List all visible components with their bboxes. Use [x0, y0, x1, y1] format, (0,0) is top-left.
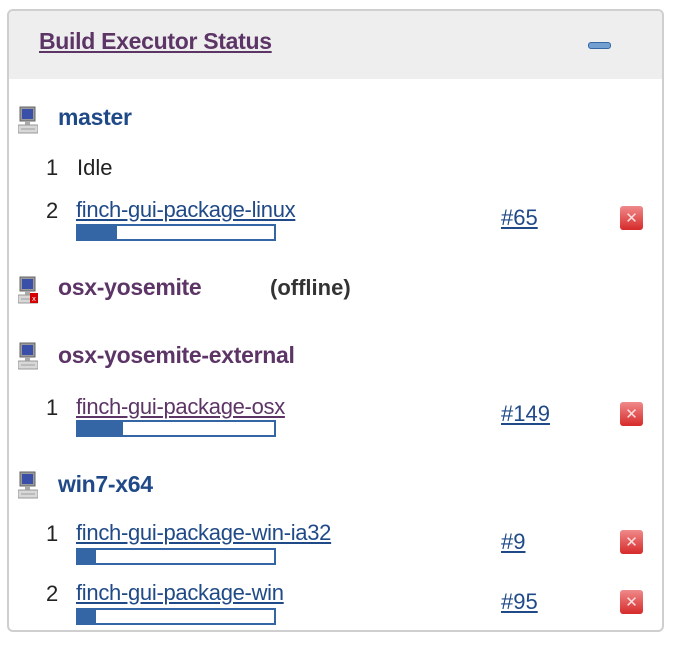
svg-text:x: x [32, 295, 36, 303]
progress-bar[interactable] [76, 548, 276, 565]
computer-icon [18, 342, 38, 370]
progress-bar[interactable] [76, 224, 276, 241]
computer-icon [18, 106, 38, 134]
node-link-osx-yosemite-external[interactable]: osx-yosemite-external [58, 344, 295, 367]
node-link-win7-x64[interactable]: win7-x64 [58, 473, 153, 496]
progress-fill [78, 226, 118, 239]
executor-idle-status: Idle [77, 155, 113, 180]
node-link-osx-yosemite[interactable]: osx-yosemite [58, 276, 202, 299]
build-number-link[interactable]: #149 [501, 403, 550, 425]
computer-icon [18, 471, 38, 499]
executor-number: 2 [46, 581, 59, 606]
progress-fill [78, 422, 124, 435]
build-number-link[interactable]: #65 [501, 207, 538, 229]
node-link-master[interactable]: master [58, 106, 132, 129]
build-number-link[interactable]: #9 [501, 531, 525, 553]
job-link[interactable]: finch-gui-package-linux [76, 199, 296, 221]
panel-header: Build Executor Status [9, 11, 662, 79]
panel-title-link[interactable]: Build Executor Status [39, 28, 272, 55]
progress-fill [78, 550, 96, 563]
executor-number: 2 [46, 198, 59, 223]
progress-fill [78, 610, 96, 623]
offline-status: (offline) [270, 275, 351, 300]
progress-bar[interactable] [76, 608, 276, 625]
stop-build-icon[interactable] [620, 402, 643, 426]
executor-number: 1 [46, 521, 59, 546]
executor-number: 1 [46, 155, 59, 180]
job-link[interactable]: finch-gui-package-win-ia32 [76, 522, 331, 544]
computer-offline-icon: x [18, 276, 38, 304]
stop-build-icon[interactable] [620, 530, 643, 554]
job-link[interactable]: finch-gui-package-win [76, 582, 284, 604]
progress-bar[interactable] [76, 420, 276, 437]
build-number-link[interactable]: #95 [501, 591, 538, 613]
minus-icon[interactable] [588, 42, 611, 49]
stop-build-icon[interactable] [620, 590, 643, 614]
executor-number: 1 [46, 395, 59, 420]
job-link[interactable]: finch-gui-package-osx [76, 396, 285, 418]
stop-build-icon[interactable] [620, 206, 643, 230]
